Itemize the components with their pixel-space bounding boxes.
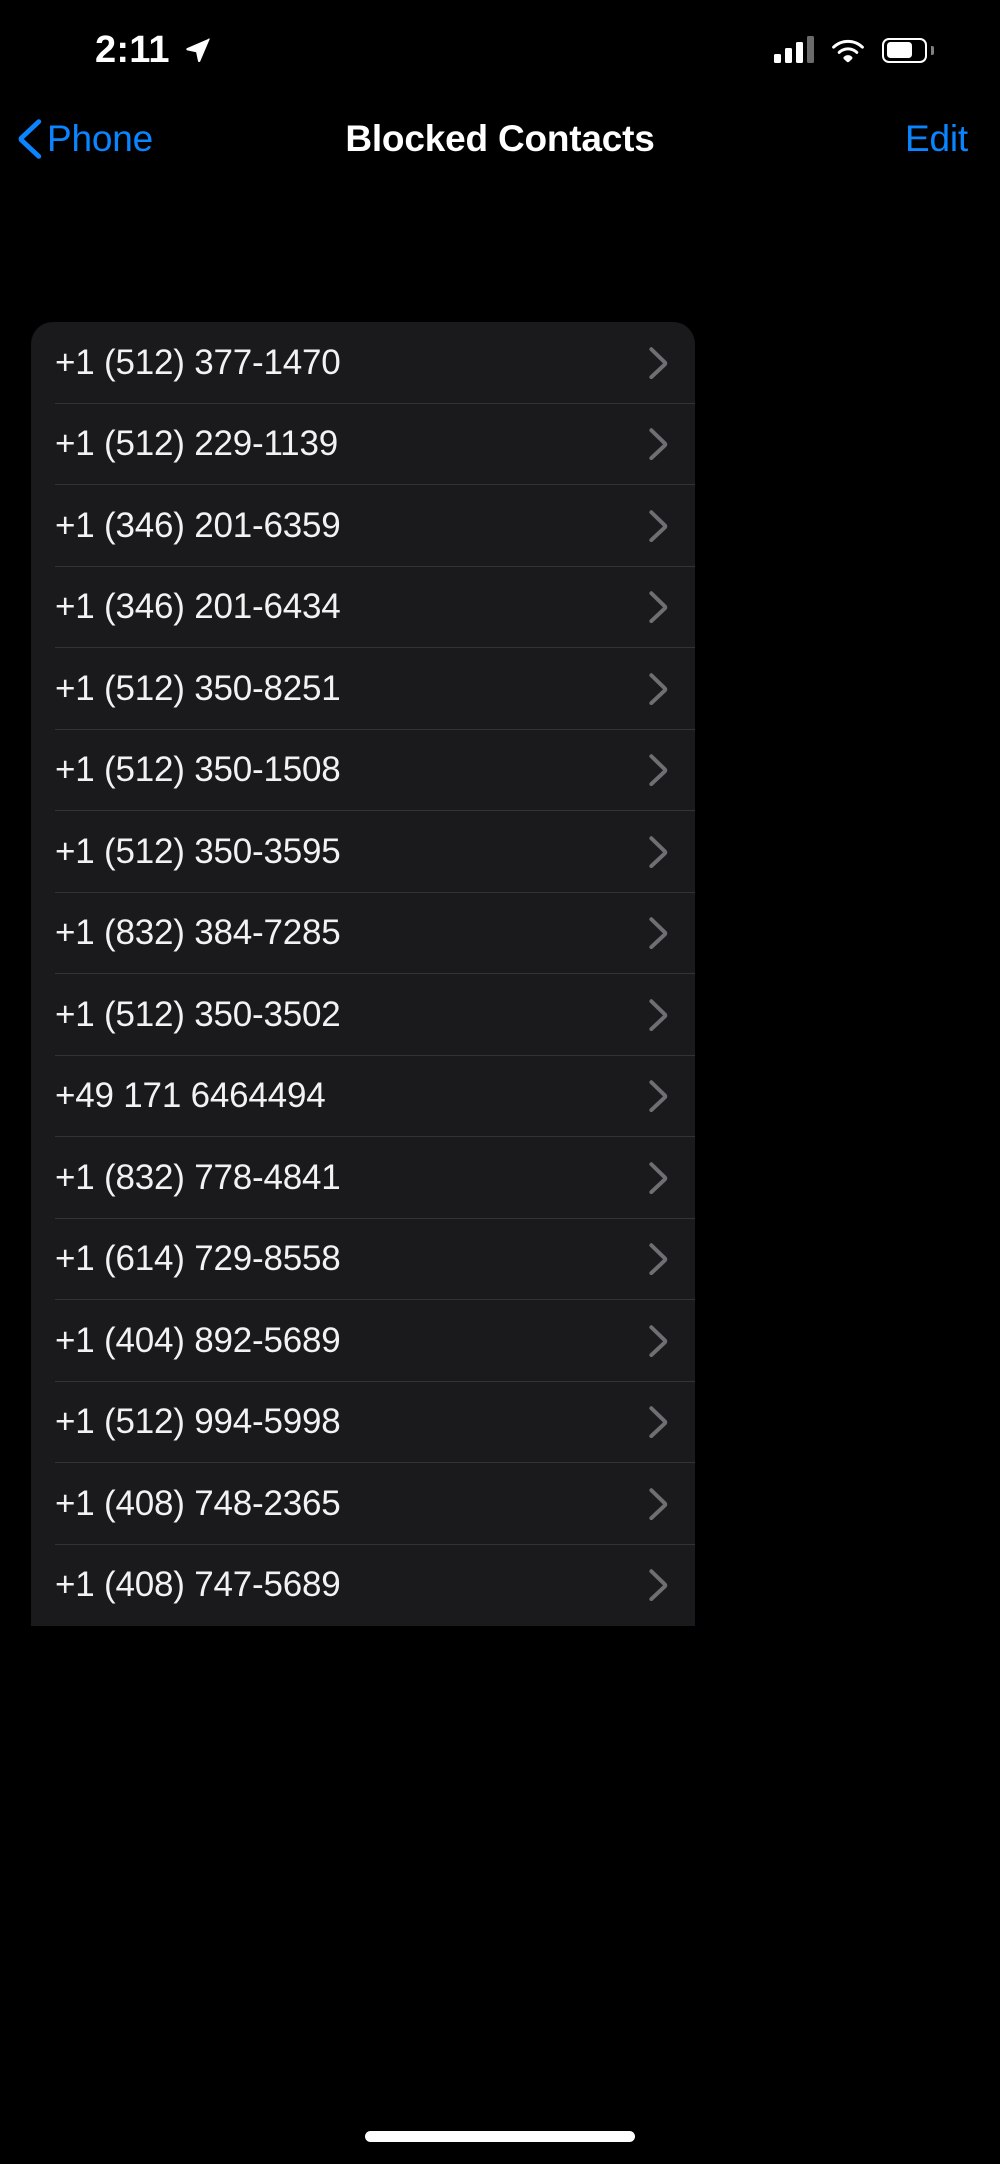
- blocked-number-label: +1 (512) 994-5998: [55, 1402, 341, 1442]
- list-item[interactable]: +49 171 6464494: [31, 1056, 695, 1137]
- list-item[interactable]: +1 (346) 201-6359: [31, 485, 695, 567]
- list-item[interactable]: +1 (832) 384-7285: [31, 893, 695, 974]
- navigation-bar: Phone Blocked Contacts Edit: [0, 100, 1000, 178]
- status-bar: 2:11: [0, 0, 1000, 100]
- blocked-number-label: +1 (512) 350-1508: [55, 750, 341, 790]
- list-item[interactable]: +1 (512) 350-1508: [31, 730, 695, 811]
- list-item[interactable]: +1 (346) 201-6434: [31, 567, 695, 648]
- battery-icon: [882, 37, 934, 63]
- list-item[interactable]: +1 (404) 892-5689: [31, 1300, 695, 1382]
- status-bar-left: 2:11: [95, 31, 212, 69]
- list-item[interactable]: +1 (512) 350-3595: [31, 811, 695, 893]
- blocked-contacts-screen: 2:11 Phone Blocked Contacts Edit +1 (512…: [0, 0, 1000, 2164]
- blocked-number-label: +1 (614) 729-8558: [55, 1239, 341, 1279]
- list-item[interactable]: +1 (512) 350-8251: [31, 648, 695, 730]
- list-item[interactable]: +1 (832) 778-4841: [31, 1137, 695, 1219]
- cellular-signal-icon: [774, 36, 814, 63]
- blocked-number-label: +49 171 6464494: [55, 1076, 326, 1116]
- blocked-number-label: +1 (512) 350-3595: [55, 831, 341, 871]
- status-bar-clock: 2:11: [95, 29, 170, 71]
- list-item[interactable]: +1 (614) 729-8558: [31, 1219, 695, 1300]
- blocked-number-label: +1 (512) 377-1470: [55, 342, 341, 382]
- blocked-number-label: +1 (832) 384-7285: [55, 913, 341, 953]
- blocked-number-label: +1 (346) 201-6359: [55, 505, 341, 545]
- blocked-number-label: +1 (512) 229-1139: [55, 424, 338, 464]
- home-indicator[interactable]: [365, 2131, 635, 2142]
- blocked-number-label: +1 (408) 747-5689: [55, 1565, 341, 1605]
- blocked-number-label: +1 (832) 778-4841: [55, 1157, 341, 1197]
- status-bar-right: [774, 36, 934, 63]
- list-item[interactable]: +1 (408) 748-2365: [31, 1463, 695, 1545]
- list-item[interactable]: +1 (512) 229-1139: [31, 404, 695, 485]
- list-item[interactable]: +1 (512) 350-3502: [31, 974, 695, 1056]
- wifi-icon: [831, 37, 865, 63]
- blocked-number-label: +1 (408) 748-2365: [55, 1483, 341, 1523]
- blocked-contacts-list: +1 (512) 377-1470 +1 (512) 229-1139 +1 (34…: [31, 322, 695, 1626]
- location-arrow-icon: [184, 36, 212, 64]
- list-item[interactable]: +1 (512) 377-1470: [31, 322, 695, 404]
- blocked-number-label: +1 (404) 892-5689: [55, 1320, 341, 1360]
- page-title: Blocked Contacts: [345, 118, 655, 159]
- blocked-number-label: +1 (512) 350-3502: [55, 994, 341, 1034]
- blocked-number-label: +1 (346) 201-6434: [55, 587, 341, 627]
- blocked-number-label: +1 (512) 350-8251: [55, 668, 341, 708]
- list-item[interactable]: +1 (512) 994-5998: [31, 1382, 695, 1463]
- list-item[interactable]: +1 (408) 747-5689: [31, 1545, 695, 1627]
- edit-button[interactable]: Edit: [905, 118, 968, 160]
